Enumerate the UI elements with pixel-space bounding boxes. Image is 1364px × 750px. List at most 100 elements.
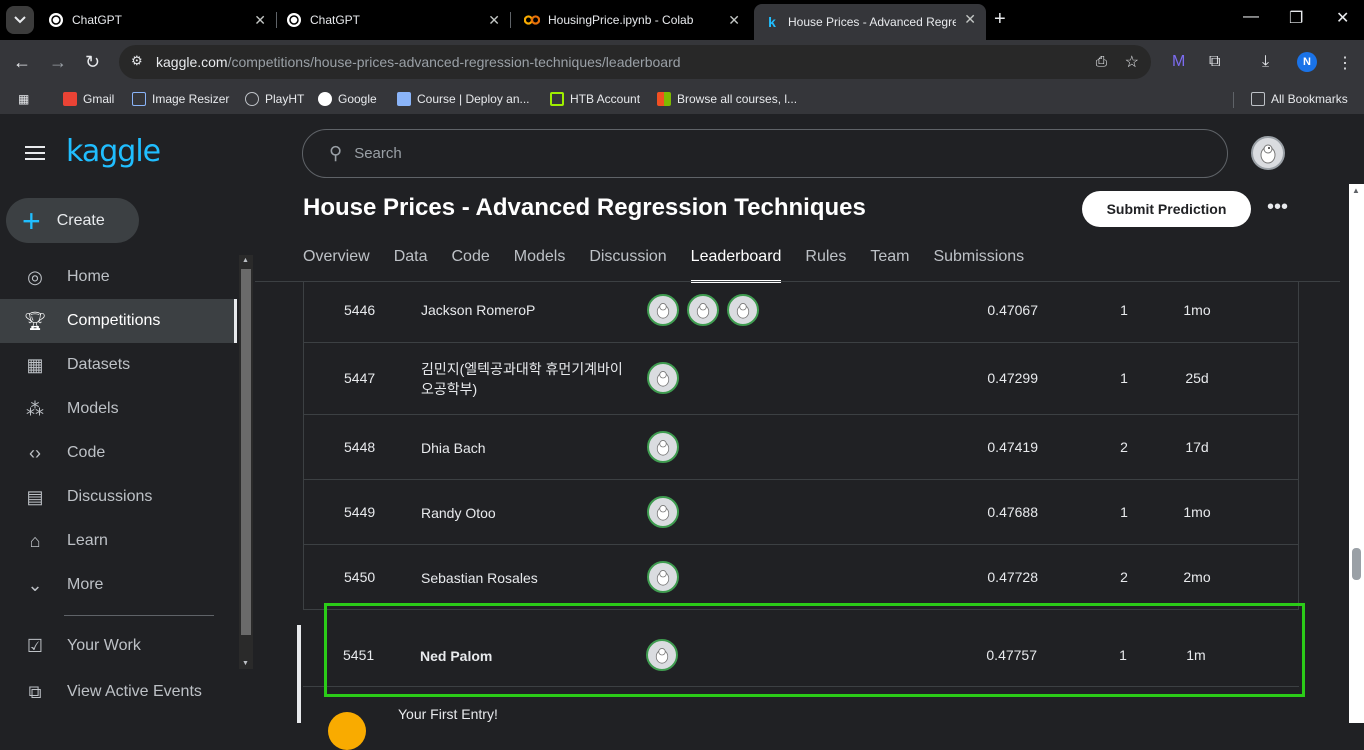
htb-icon bbox=[550, 92, 564, 106]
goose-avatar-icon bbox=[656, 371, 670, 387]
table-row[interactable]: 5449 Randy Otoo 0.47688 1 1mo bbox=[303, 480, 1299, 545]
table-row[interactable]: 5450 Sebastian Rosales 0.47728 2 2mo bbox=[303, 545, 1299, 610]
rank-cell: 5448 bbox=[344, 439, 376, 455]
extensions-puzzle-icon[interactable]: ⧉ bbox=[1209, 53, 1220, 71]
score-cell: 0.47688 bbox=[987, 504, 1038, 520]
tab-data[interactable]: Data bbox=[394, 246, 428, 282]
table-row[interactable]: 5447 김민지(엘텍공과대학 휴먼기계바이오공학부) 0.47299 1 25… bbox=[303, 343, 1299, 415]
entries-cell: 1 bbox=[1120, 302, 1128, 318]
browser-tab-colab[interactable]: HousingPrice.ipynb - Colab ✕ bbox=[514, 5, 750, 35]
bookmark-star-icon[interactable]: ☆ bbox=[1125, 52, 1139, 72]
tab-code[interactable]: Code bbox=[451, 246, 489, 282]
hamburger-menu-icon[interactable] bbox=[25, 146, 45, 164]
team-name-cell[interactable]: 김민지(엘텍공과대학 휴먼기계바이오공학부) bbox=[421, 359, 631, 399]
minimize-icon[interactable]: — bbox=[1243, 8, 1259, 26]
member-avatar[interactable] bbox=[647, 362, 679, 394]
reload-icon[interactable]: ↻ bbox=[85, 52, 100, 73]
close-icon[interactable]: ✕ bbox=[254, 12, 266, 29]
back-icon[interactable]: ← bbox=[13, 52, 31, 73]
bookmark-course[interactable]: Course | Deploy an... bbox=[397, 92, 530, 106]
sidebar-item-datasets[interactable]: ▦ Datasets bbox=[0, 343, 237, 387]
tab-rules[interactable]: Rules bbox=[805, 246, 846, 282]
bookmark-label: Gmail bbox=[83, 92, 115, 106]
sidebar-item-label: Code bbox=[67, 444, 106, 461]
team-name-cell[interactable]: Dhia Bach bbox=[421, 438, 631, 458]
team-name-cell[interactable]: Randy Otoo bbox=[421, 503, 631, 523]
member-avatar[interactable] bbox=[647, 496, 679, 528]
kaggle-logo[interactable]: kaggle bbox=[66, 134, 161, 169]
member-avatar[interactable] bbox=[687, 294, 719, 326]
sidebar-item-more[interactable]: ⌄ More bbox=[0, 563, 237, 607]
search-input[interactable]: ⚲ Search bbox=[302, 129, 1228, 178]
address-bar[interactable]: ⚙ kaggle.com/competitions/house-prices-a… bbox=[119, 45, 1151, 79]
tab-overview[interactable]: Overview bbox=[303, 246, 370, 282]
close-window-icon[interactable]: ✕ bbox=[1336, 8, 1349, 28]
more-options-icon[interactable]: ••• bbox=[1267, 196, 1288, 219]
sidebar-item-models[interactable]: ⁂ Models bbox=[0, 387, 237, 431]
apps-grid-icon[interactable]: ▦ bbox=[18, 92, 29, 106]
tab-discussion[interactable]: Discussion bbox=[589, 246, 666, 282]
sidebar-item-label: View Active Events bbox=[67, 683, 202, 700]
new-tab-button[interactable]: + bbox=[994, 8, 1006, 31]
kebab-menu-icon[interactable]: ⋮ bbox=[1337, 53, 1353, 73]
tab-title: ChatGPT bbox=[72, 13, 123, 27]
extension-m-icon[interactable]: M bbox=[1172, 53, 1185, 71]
scroll-down-icon[interactable]: ▼ bbox=[242, 660, 249, 667]
tab-team[interactable]: Team bbox=[870, 246, 909, 282]
scrollbar-thumb[interactable] bbox=[1352, 548, 1361, 580]
scroll-up-icon[interactable]: ▲ bbox=[242, 257, 249, 264]
sidebar-item-view-active-events[interactable]: ⧉ View Active Events bbox=[0, 670, 237, 714]
browser-tab-chatgpt-2[interactable]: ChatGPT ✕ bbox=[276, 5, 510, 35]
bookmark-google[interactable]: Google bbox=[318, 92, 377, 106]
sidebar-item-competitions[interactable]: 🏆︎ Competitions bbox=[0, 299, 237, 343]
member-avatar[interactable] bbox=[647, 431, 679, 463]
tab-search-button[interactable] bbox=[6, 6, 34, 34]
close-icon[interactable]: ✕ bbox=[964, 11, 976, 28]
chatgpt-icon bbox=[48, 12, 64, 28]
bookmark-gmail[interactable]: Gmail bbox=[63, 92, 114, 106]
table-row[interactable]: 5448 Dhia Bach 0.47419 2 17d bbox=[303, 415, 1299, 480]
submit-prediction-button[interactable]: Submit Prediction bbox=[1082, 191, 1251, 227]
site-info-icon[interactable]: ⚙ bbox=[131, 53, 143, 69]
restore-icon[interactable]: ❐ bbox=[1289, 8, 1303, 28]
create-button[interactable]: + Create bbox=[6, 198, 139, 243]
tab-leaderboard[interactable]: Leaderboard bbox=[690, 246, 781, 283]
first-entry-badge-icon bbox=[328, 712, 366, 750]
bookmark-all-bookmarks[interactable]: All Bookmarks bbox=[1251, 92, 1348, 106]
member-avatar[interactable] bbox=[647, 561, 679, 593]
sidebar-item-label: Your Work bbox=[67, 637, 141, 654]
sidebar-item-home[interactable]: ◎ Home bbox=[0, 255, 237, 299]
bookmark-htb[interactable]: HTB Account bbox=[550, 92, 640, 106]
current-user-indicator bbox=[297, 625, 301, 723]
scroll-up-icon[interactable]: ▲ bbox=[1352, 186, 1360, 195]
user-avatar[interactable] bbox=[1251, 136, 1285, 170]
browser-tab-kaggle[interactable]: k House Prices - Advanced Regre ✕ bbox=[754, 4, 986, 40]
last-submission-cell: 1mo bbox=[1183, 302, 1211, 318]
chatgpt-icon bbox=[286, 12, 302, 28]
sidebar-item-discussions[interactable]: ▤ Discussions bbox=[0, 475, 237, 519]
sidebar-item-code[interactable]: ‹› Code bbox=[0, 431, 237, 475]
browser-tab-chatgpt-1[interactable]: ChatGPT ✕ bbox=[38, 5, 276, 35]
bookmark-label: Browse all courses, l... bbox=[677, 92, 798, 106]
sidebar-item-your-work[interactable]: ☑ Your Work bbox=[0, 624, 237, 668]
sidebar-scrollbar[interactable]: ▲ ▼ bbox=[239, 255, 253, 669]
profile-avatar[interactable]: N bbox=[1297, 52, 1317, 72]
close-icon[interactable]: ✕ bbox=[728, 12, 740, 29]
tab-models[interactable]: Models bbox=[514, 246, 566, 282]
scrollbar-thumb[interactable] bbox=[241, 269, 251, 635]
forward-icon[interactable]: → bbox=[49, 52, 67, 73]
member-avatar[interactable] bbox=[647, 294, 679, 326]
table-row[interactable]: 5446 Jackson RomeroP 0.47067 1 1mo bbox=[303, 282, 1299, 343]
sidebar-item-learn[interactable]: ⌂ Learn bbox=[0, 519, 237, 563]
tab-submissions[interactable]: Submissions bbox=[933, 246, 1024, 282]
team-name-cell[interactable]: Sebastian Rosales bbox=[421, 568, 631, 588]
close-icon[interactable]: ✕ bbox=[488, 12, 500, 29]
bookmark-image-resizer[interactable]: Image Resizer bbox=[132, 92, 229, 106]
install-app-icon[interactable]: ⎙ bbox=[1096, 53, 1107, 70]
bookmark-browse-courses[interactable]: Browse all courses, l... bbox=[657, 92, 797, 106]
member-avatar[interactable] bbox=[727, 294, 759, 326]
team-name-cell[interactable]: Jackson RomeroP bbox=[421, 300, 631, 320]
bookmark-playht[interactable]: PlayHT bbox=[245, 92, 304, 106]
download-icon[interactable]: ⤓ bbox=[1262, 53, 1269, 71]
page-scrollbar[interactable]: ▲ bbox=[1349, 184, 1364, 723]
